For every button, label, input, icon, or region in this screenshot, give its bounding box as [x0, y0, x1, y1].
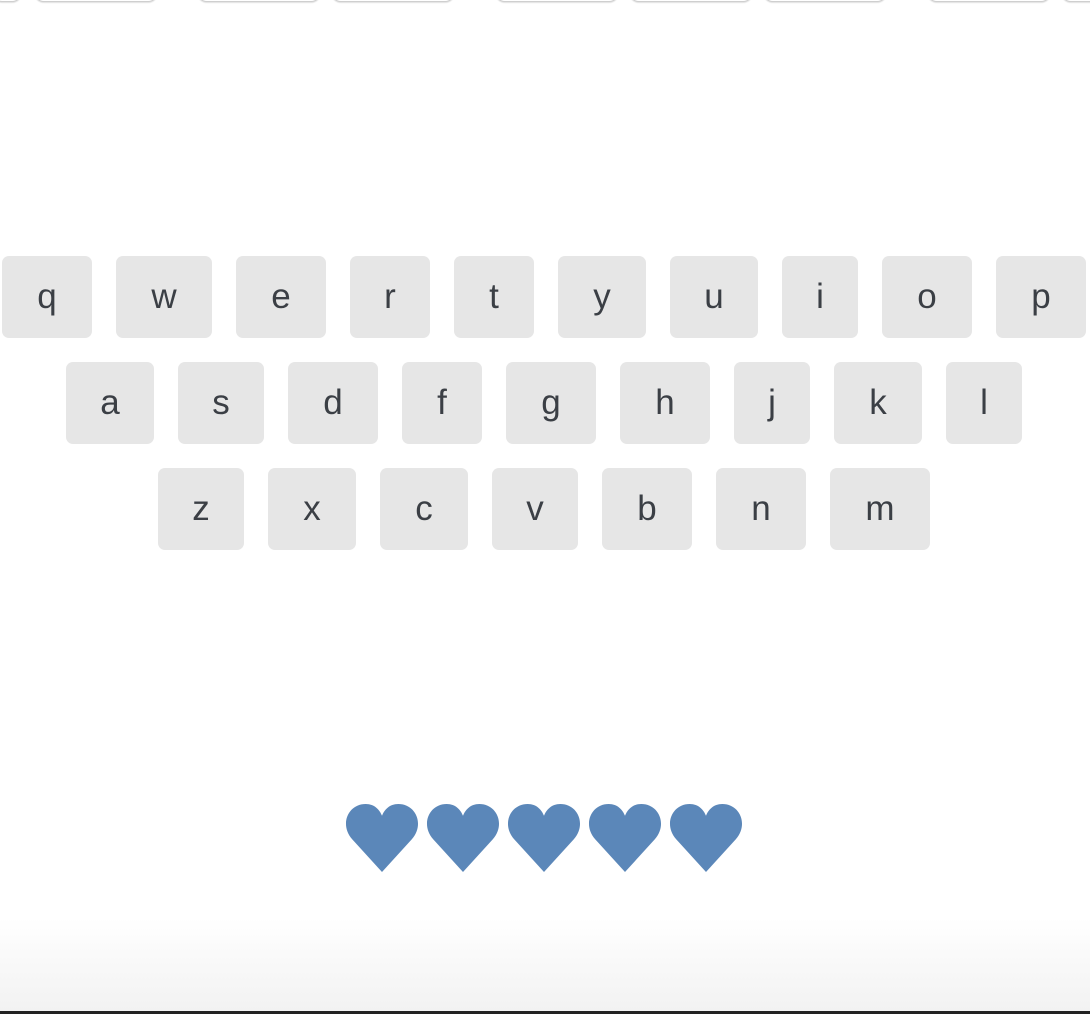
key-r[interactable]: r — [350, 256, 430, 338]
key-f[interactable]: f — [402, 362, 482, 444]
key-e[interactable]: e — [236, 256, 326, 338]
key-j[interactable]: j — [734, 362, 810, 444]
key-u[interactable]: u — [670, 256, 758, 338]
key-a[interactable]: a — [66, 362, 154, 444]
word-slot — [1061, 0, 1090, 2]
key-l[interactable]: l — [946, 362, 1022, 444]
word-slot — [197, 0, 321, 2]
key-w[interactable]: w — [116, 256, 212, 338]
key-p[interactable]: p — [996, 256, 1086, 338]
word-slot — [763, 0, 887, 2]
key-k[interactable]: k — [834, 362, 922, 444]
key-v[interactable]: v — [492, 468, 578, 550]
heart-icon — [345, 800, 419, 876]
key-i[interactable]: i — [782, 256, 858, 338]
key-y[interactable]: y — [558, 256, 646, 338]
key-d[interactable]: d — [288, 362, 378, 444]
word-slot — [34, 0, 158, 2]
key-b[interactable]: b — [602, 468, 692, 550]
key-o[interactable]: o — [882, 256, 972, 338]
key-c[interactable]: c — [380, 468, 468, 550]
key-n[interactable]: n — [716, 468, 806, 550]
word-slot — [0, 0, 22, 2]
word-slot — [927, 0, 1051, 2]
key-x[interactable]: x — [268, 468, 356, 550]
key-q[interactable]: q — [2, 256, 92, 338]
key-s[interactable]: s — [178, 362, 264, 444]
word-slot — [629, 0, 753, 2]
word-slot — [331, 0, 455, 2]
key-g[interactable]: g — [506, 362, 596, 444]
heart-icon — [588, 800, 662, 876]
game-screen: q w e r t y u i o p a s d f g h j k l z … — [0, 0, 1090, 1014]
heart-icon — [426, 800, 500, 876]
key-h[interactable]: h — [620, 362, 710, 444]
heart-icon — [507, 800, 581, 876]
key-z[interactable]: z — [158, 468, 244, 550]
heart-icon — [669, 800, 743, 876]
key-m[interactable]: m — [830, 468, 930, 550]
key-t[interactable]: t — [454, 256, 534, 338]
word-slot — [495, 0, 619, 2]
bottom-shadow — [0, 918, 1090, 1012]
